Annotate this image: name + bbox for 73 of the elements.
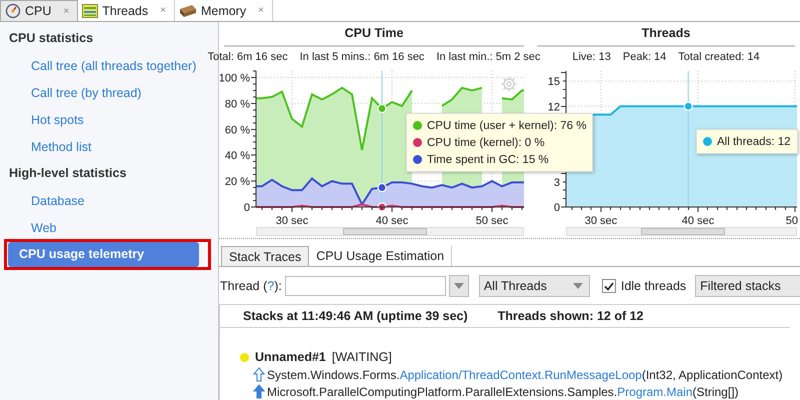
axis-label: 0 [244,202,250,214]
method-link[interactable]: Program.Main [617,384,693,398]
axis-label: 40 sec [682,215,714,225]
sidebar-item[interactable]: Hot spots [0,112,84,126]
axis-label: 30 sec [584,215,618,225]
summary-text: Total: 6m 16 sec [208,50,288,65]
help-link[interactable]: ? [267,279,274,293]
gauge-icon [5,3,21,19]
up-arrow-icon [253,384,265,399]
summary-text: In last min.: 5m 2 sec [436,50,540,65]
tooltip-text: CPU time (user + kernel): 76 % [427,120,586,132]
scroll-thumb[interactable] [343,228,427,235]
thread-name[interactable]: Unnamed#1 [255,350,326,364]
axis-label: 15 [548,76,560,88]
thread-filter-dropdown[interactable]: All Threads [478,275,590,297]
summary-text: Total created: 14 [678,50,760,65]
stack-filter-dropdown[interactable]: Filtered stacks [695,275,800,297]
axis-label: 40 % [224,150,250,162]
tab[interactable]: CPU × [0,0,78,21]
stacks-header: Stacks at 11:49:46 AM (uptime 39 sec) [243,308,468,325]
dropdown-button[interactable] [448,275,469,297]
axis-label: 50 sec [476,215,508,225]
section-heading: High-level statistics [8,165,128,182]
scroll-thumb[interactable] [641,228,725,235]
sidebar-item[interactable]: Call tree (all threads together) [0,58,196,72]
axis-label: 30 sec [276,215,308,225]
sidebar-item[interactable]: Web [0,220,56,234]
checkbox[interactable] [602,279,616,293]
settings-icon[interactable] [502,76,516,92]
sidebar-item[interactable]: Call tree (by thread) [0,86,142,100]
striped-square-icon [82,4,98,18]
summary-text: In last 5 mins.: 6m 16 sec [300,50,424,65]
axis-label: 50 [786,215,798,225]
method-link[interactable]: Application/ThreadContext.RunMessageLoop [400,368,642,382]
axis-label: 3 [554,176,560,189]
section-heading: CPU statistics [8,30,94,47]
scrollbar[interactable] [566,227,797,236]
chip-icon [178,4,197,18]
stacks-header: Threads shown: 12 of 12 [498,308,644,325]
axis-label: 40 sec [376,215,408,225]
axis-label: 80 % [224,98,250,110]
sidebar-item[interactable]: Database [0,194,85,208]
chart-title: Threads [537,22,795,47]
thread-state: [WAITING] [332,350,392,364]
axis-label: 20 % [224,176,250,188]
axis-label: 0 [554,202,560,214]
scrollbar[interactable] [256,227,524,236]
tooltip-text: Time spent in GC: 15 % [427,154,549,166]
sidebar-item[interactable]: Method list [0,140,92,154]
tooltip-text: CPU time (kernel): 0 % [427,136,545,148]
field-label: ): [274,279,282,293]
checkbox-label[interactable]: Idle threads [620,279,686,293]
close-button[interactable]: × [258,5,264,16]
axis-label: 60 % [224,124,250,136]
up-arrow-icon [253,367,265,382]
chart-title: CPU Time [224,22,524,47]
caret-icon [572,283,583,289]
close-button[interactable]: × [63,6,70,16]
summary-text: Peak: 14 [622,50,666,65]
field-label: Thread ( [220,279,268,293]
tooltip-text: All threads: 12 [717,136,791,148]
data-point [377,182,387,192]
data-point [377,104,387,114]
stack-frame[interactable]: System.Windows.Forms.Application/ThreadContext.RunMessageLoop(Int32, ApplicationContext) [267,368,783,382]
axis-label: 100 % [220,72,250,84]
axis-label: 12 [548,101,560,114]
sidebar-item[interactable]: CPU usage telemetry [8,242,199,267]
caret-icon [454,283,464,289]
summary-text: Live: 13 [572,50,611,65]
thread-field[interactable] [284,276,446,296]
tab[interactable]: Stack Traces [221,246,310,266]
close-button[interactable]: × [160,5,166,16]
stack-frame[interactable]: Microsoft.ParallelComputingPlatform.ParallelExtensions.Samples.Program.Main(String[]) [267,384,739,398]
